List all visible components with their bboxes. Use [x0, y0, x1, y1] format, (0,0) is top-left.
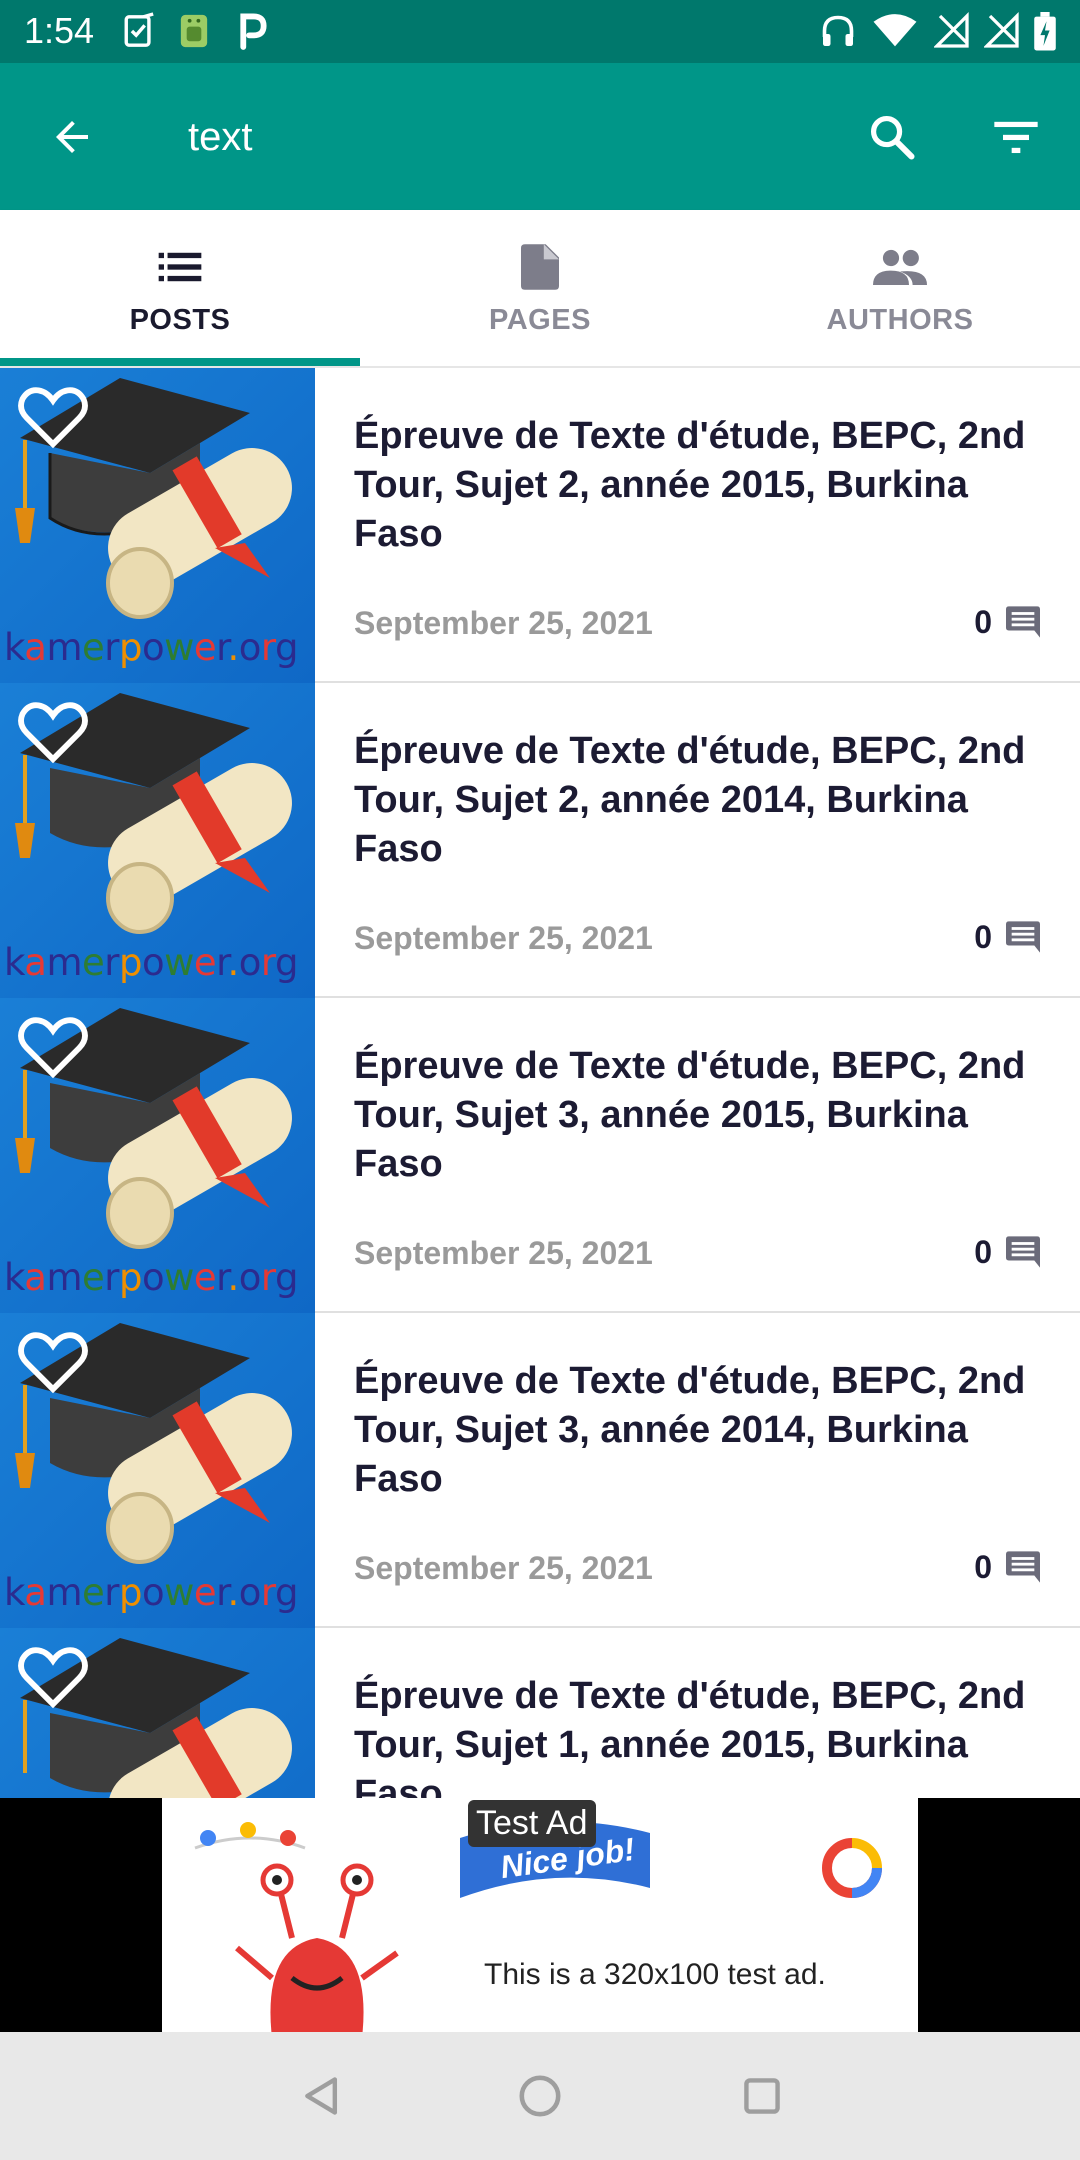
- tab-bar: POSTS PAGES AUTHORS: [0, 210, 1080, 368]
- post-comments[interactable]: 0: [974, 1545, 1040, 1589]
- tab-authors[interactable]: AUTHORS: [720, 210, 1080, 366]
- ad-monster-icon: [235, 1863, 399, 2032]
- heart-icon[interactable]: [18, 1331, 88, 1395]
- filter-button[interactable]: [980, 101, 1052, 173]
- back-triangle-icon: [305, 2077, 338, 2115]
- document-icon: [521, 244, 559, 290]
- status-time: 1:54: [24, 10, 95, 51]
- comment-count: 0: [974, 1548, 992, 1585]
- comment-count: 0: [974, 603, 992, 640]
- signal-off-icon: [984, 12, 1019, 48]
- tab-posts-label: POSTS: [129, 304, 231, 336]
- search-icon: [870, 115, 915, 160]
- heart-icon[interactable]: [18, 386, 88, 450]
- people-icon: [873, 249, 927, 285]
- tab-authors-label: AUTHORS: [826, 304, 974, 336]
- post-date: September 25, 2021: [354, 920, 653, 956]
- post-title: Épreuve de Texte d'étude, BEPC, 2nd Tour…: [354, 415, 1026, 555]
- heart-icon[interactable]: [18, 701, 88, 765]
- system-nav-bar: [0, 2032, 1080, 2160]
- search-query[interactable]: text: [188, 111, 252, 163]
- heart-icon[interactable]: [18, 1646, 88, 1710]
- post-title: Épreuve de Texte d'étude, BEPC, 2nd Tour…: [354, 730, 1026, 870]
- comment-icon: [1006, 921, 1040, 953]
- arrow-left-icon: [56, 121, 88, 153]
- ad-logo-icon: [822, 1838, 882, 1898]
- headset-icon: [822, 15, 854, 46]
- back-button[interactable]: [40, 105, 104, 169]
- clipboard-check-icon: [124, 12, 154, 47]
- post-thumbnail: kamerpower.org: [0, 998, 315, 1313]
- post-thumbnail: kamerpower.org: [0, 683, 315, 998]
- search-button[interactable]: [856, 101, 928, 173]
- post-item[interactable]: kamerpower.org Épreuve de Texte d'étude,…: [0, 998, 1080, 1313]
- parking-icon: [240, 13, 267, 50]
- thumbnail-brand: kamerpower.org: [4, 1571, 298, 1614]
- tab-indicator: [0, 358, 360, 366]
- post-item[interactable]: Épreuve de Texte d'étude, BEPC, 2nd Tour…: [0, 1628, 1080, 1798]
- post-thumbnail: [0, 1628, 315, 1798]
- list-icon: [158, 252, 202, 282]
- post-comments[interactable]: 0: [974, 915, 1040, 959]
- post-item[interactable]: kamerpower.org Épreuve de Texte d'étude,…: [0, 368, 1080, 683]
- comment-count: 0: [974, 918, 992, 955]
- post-date: September 25, 2021: [354, 1235, 653, 1271]
- comment-icon: [1006, 606, 1040, 638]
- nav-back-button[interactable]: [290, 2064, 354, 2128]
- post-title: Épreuve de Texte d'étude, BEPC, 2nd Tour…: [354, 1045, 1026, 1185]
- post-list: kamerpower.org Épreuve de Texte d'étude,…: [0, 368, 1080, 1798]
- post-comments[interactable]: 0: [974, 600, 1040, 644]
- post-title: Épreuve de Texte d'étude, BEPC, 2nd Tour…: [354, 1360, 1026, 1500]
- tab-posts[interactable]: POSTS: [0, 210, 360, 366]
- ad-banner-area: Test Ad Nice job! This is a 320x100 test…: [0, 1798, 1080, 2032]
- post-item[interactable]: kamerpower.org Épreuve de Texte d'étude,…: [0, 683, 1080, 998]
- post-title: Épreuve de Texte d'étude, BEPC, 2nd Tour…: [354, 1675, 1026, 1798]
- thumbnail-brand: kamerpower.org: [4, 1256, 298, 1299]
- ad-description: This is a 320x100 test ad.: [484, 1958, 826, 1991]
- ad-banner[interactable]: Test Ad Nice job! This is a 320x100 test…: [162, 1798, 918, 2032]
- thumbnail-brand: kamerpower.org: [4, 941, 298, 984]
- post-thumbnail: kamerpower.org: [0, 1313, 315, 1628]
- ad-label: Test Ad: [468, 1800, 596, 1847]
- status-bar: 1:54: [0, 0, 1080, 63]
- thumbnail-brand: kamerpower.org: [4, 626, 298, 669]
- nav-recents-button[interactable]: [730, 2064, 794, 2128]
- post-date: September 25, 2021: [354, 605, 653, 641]
- filter-icon: [994, 121, 1038, 154]
- wifi-icon: [873, 14, 917, 47]
- tab-pages-label: PAGES: [489, 304, 591, 336]
- post-date: September 25, 2021: [354, 1550, 653, 1586]
- comment-count: 0: [974, 1233, 992, 1270]
- app-bar: text: [0, 63, 1080, 210]
- heart-icon[interactable]: [18, 1016, 88, 1080]
- recents-square-icon: [744, 2078, 780, 2114]
- android-icon: [180, 14, 208, 48]
- comment-icon: [1006, 1551, 1040, 1583]
- signal-off-icon: [934, 12, 969, 48]
- post-item[interactable]: kamerpower.org Épreuve de Texte d'étude,…: [0, 1313, 1080, 1628]
- post-thumbnail: kamerpower.org: [0, 368, 315, 683]
- tab-pages[interactable]: PAGES: [360, 210, 720, 366]
- battery-charging-icon: [1034, 12, 1056, 51]
- home-circle-icon: [519, 2075, 561, 2117]
- nav-home-button[interactable]: [508, 2064, 572, 2128]
- post-comments[interactable]: 0: [974, 1230, 1040, 1274]
- comment-icon: [1006, 1236, 1040, 1268]
